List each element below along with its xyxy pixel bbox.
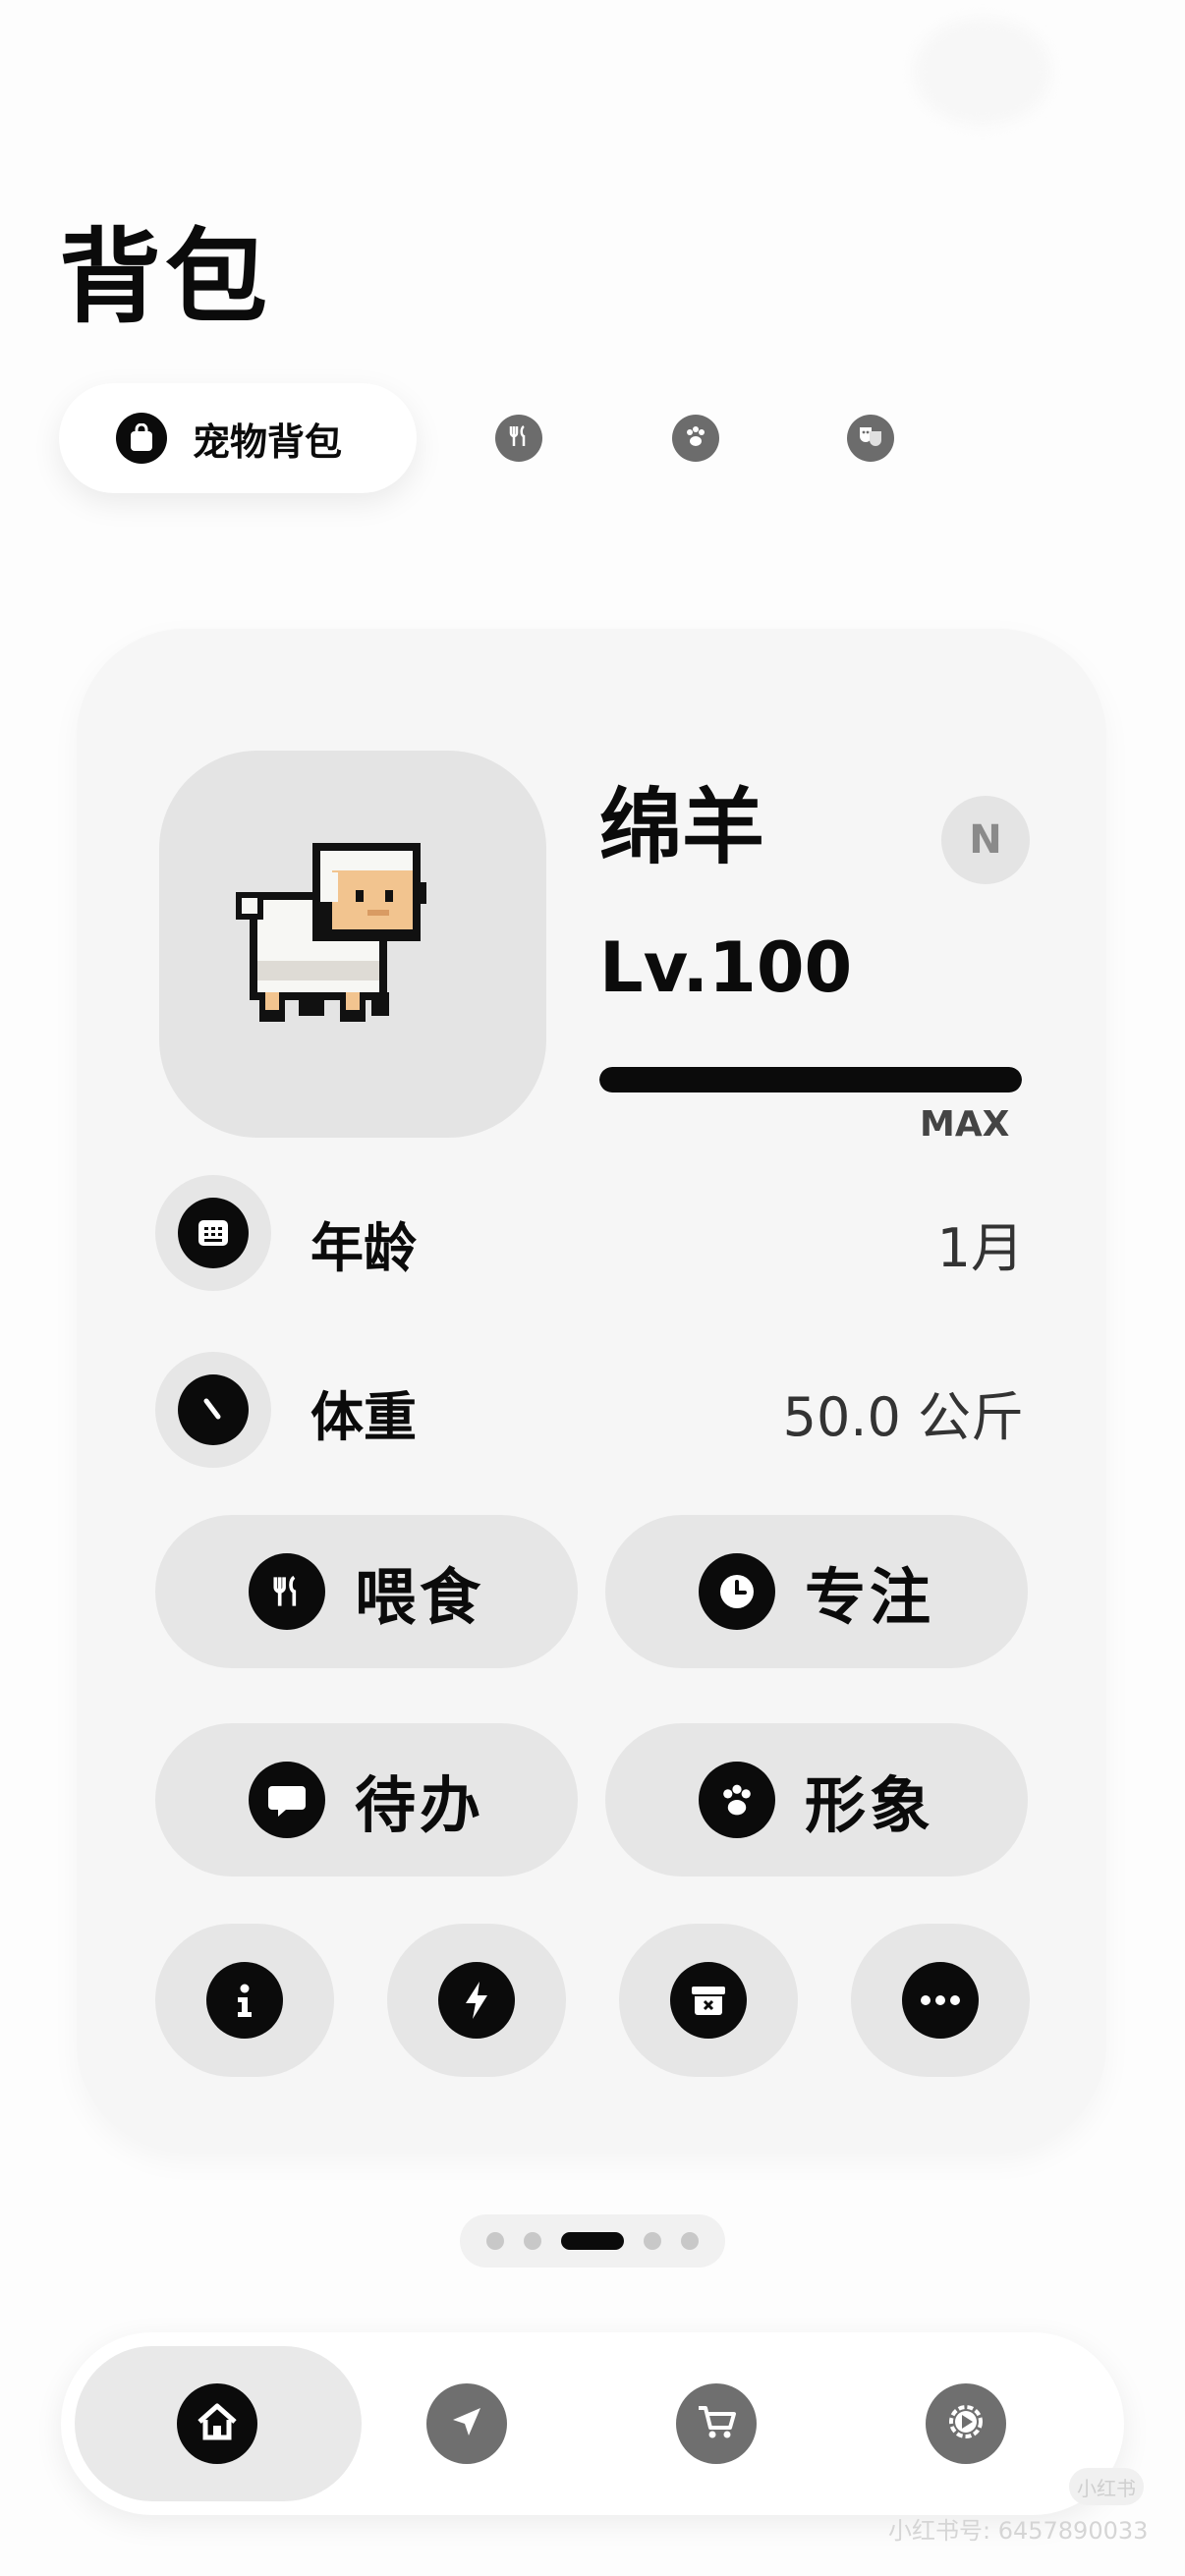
todo-button-label: 待办	[354, 1769, 484, 1841]
stat-age-icon-wrap	[155, 1175, 271, 1291]
cart-icon	[695, 2402, 738, 2445]
bag-icon	[116, 413, 167, 464]
info-button[interactable]	[155, 1924, 334, 2077]
page-dot-active[interactable]	[561, 2232, 624, 2250]
archive-box-icon	[670, 1962, 747, 2039]
archive-button[interactable]	[619, 1924, 798, 2077]
nav-settings[interactable]	[926, 2383, 1006, 2464]
rarity-badge: N	[941, 796, 1030, 884]
utensils-icon	[248, 1553, 325, 1630]
stat-weight-value: 50.0 公斤	[782, 1386, 1024, 1448]
calendar-icon	[178, 1198, 249, 1268]
todo-button[interactable]: 待办	[155, 1723, 578, 1876]
focus-button-label: 专注	[804, 1561, 934, 1633]
tab-pets[interactable]	[672, 415, 719, 462]
stat-weight-icon-wrap	[155, 1352, 271, 1468]
tab-food[interactable]	[495, 415, 542, 462]
pet-name: 绵羊	[599, 779, 765, 875]
level-progress-label: MAX	[920, 1104, 1010, 1145]
stat-weight-label: 体重	[310, 1386, 417, 1448]
more-button[interactable]	[851, 1924, 1030, 2077]
watermark-badge: 小红书	[1069, 2468, 1144, 2505]
nav-explore[interactable]	[426, 2383, 507, 2464]
watermark-text: 小红书号: 6457890033	[888, 2517, 1149, 2545]
pet-avatar	[159, 751, 546, 1138]
info-icon	[206, 1962, 283, 2039]
page-dot[interactable]	[681, 2232, 699, 2250]
lightning-icon	[438, 1962, 515, 2039]
tab-pet-bag-label: 宠物背包	[193, 420, 343, 464]
appearance-button[interactable]: 形象	[605, 1723, 1028, 1876]
sheep-sprite	[236, 843, 426, 1022]
top-decoration	[914, 18, 1051, 126]
play-gear-icon	[942, 2398, 989, 2449]
stat-age-label: 年龄	[310, 1217, 417, 1279]
chat-bubble-icon	[248, 1762, 325, 1838]
home-icon	[194, 2400, 241, 2447]
level-progress-fill	[599, 1067, 1022, 1092]
page-dot[interactable]	[486, 2232, 504, 2250]
gauge-icon	[178, 1374, 249, 1445]
paw-icon	[683, 423, 708, 453]
tab-appearance[interactable]	[847, 415, 894, 462]
page-indicator[interactable]	[460, 2214, 725, 2268]
feed-button-label: 喂食	[354, 1561, 484, 1633]
page-title: 背包	[59, 217, 272, 337]
pet-level: Lv.100	[599, 927, 853, 1008]
page-dot[interactable]	[644, 2232, 661, 2250]
focus-button[interactable]: 专注	[605, 1515, 1028, 1668]
paw-icon	[698, 1762, 775, 1838]
appearance-button-label: 形象	[804, 1769, 934, 1841]
level-progress-bar	[599, 1067, 1022, 1092]
page-dot[interactable]	[524, 2232, 541, 2250]
more-icon	[902, 1962, 979, 2039]
clock-icon	[698, 1553, 775, 1630]
nav-shop[interactable]	[676, 2383, 757, 2464]
stat-age-value: 1月	[936, 1217, 1024, 1279]
utensils-icon	[506, 423, 532, 453]
boost-button[interactable]	[387, 1924, 566, 2077]
nav-home[interactable]	[177, 2383, 257, 2464]
theater-masks-icon	[857, 423, 884, 453]
feed-button[interactable]: 喂食	[155, 1515, 578, 1668]
navigation-arrow-icon	[447, 2402, 486, 2445]
tab-pet-bag[interactable]: 宠物背包	[59, 383, 417, 493]
